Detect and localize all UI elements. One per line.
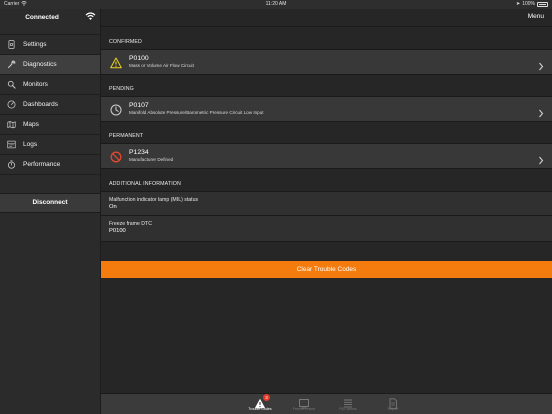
menu-button[interactable]: Menu: [528, 13, 544, 20]
section-title-permanent: PERMANENT: [109, 133, 144, 139]
tab-badge: 3: [263, 394, 270, 401]
logs-icon: [7, 140, 16, 149]
dtc-description: Manufacturer Defined: [129, 157, 174, 162]
trouble-code-row-confirmed[interactable]: P0100 Mass or Volume Air Flow Circuit: [101, 49, 552, 75]
sidebar-item-label: Performance: [23, 161, 61, 168]
warning-icon: 3: [254, 394, 270, 409]
sidebar-item-performance[interactable]: Performance: [0, 155, 100, 175]
sidebar-item-label: Settings: [23, 41, 47, 48]
dtc-code: P0107: [129, 102, 149, 109]
section-title-confirmed: CONFIRMED: [109, 39, 142, 45]
dtc-description: Manifold Absolute Pressure/Barometric Pr…: [129, 110, 264, 115]
navigation-bar: Menu: [101, 9, 552, 27]
battery-icon: [537, 2, 548, 7]
sidebar-item-label: Maps: [23, 121, 39, 128]
sidebar-item-maps[interactable]: Maps: [0, 115, 100, 135]
prohibited-icon: [110, 150, 122, 163]
battery-percent: 100%: [522, 1, 535, 7]
tab-bar: 3 Trouble Codes Freeze Frame PID Values …: [101, 393, 552, 414]
sidebar-item-label: Dashboards: [23, 101, 59, 108]
dtc-code: P0100: [129, 55, 149, 62]
sidebar-item-label: Logs: [23, 141, 38, 148]
clock-icon: [110, 103, 122, 116]
chevron-right-icon: [538, 105, 544, 118]
connection-header: Connected: [0, 9, 100, 34]
map-icon: [7, 120, 16, 129]
tab-report[interactable]: Report: [373, 396, 413, 412]
wrench-icon: [7, 60, 16, 69]
sidebar-item-label: Diagnostics: [23, 61, 57, 68]
status-right: ➤ 100%: [516, 0, 548, 9]
tab-freeze-frame[interactable]: Freeze Frame: [284, 396, 324, 412]
sidebar-item-monitors[interactable]: Monitors: [0, 75, 100, 95]
sidebar-menu: Settings Diagnostics Monitors Dashboards: [0, 34, 100, 175]
chevron-right-icon: [538, 152, 544, 165]
freeze-frame-row: Freeze frame DTC P0100: [101, 216, 552, 242]
disconnect-button[interactable]: Disconnect: [0, 193, 100, 213]
sidebar: Connected Settings Diagnostics Monitors …: [0, 9, 101, 414]
dtc-description: Mass or Volume Air Flow Circuit: [129, 63, 194, 68]
tab-pid-values[interactable]: PID Values: [328, 396, 368, 412]
mil-status-value: On: [109, 204, 117, 210]
gauge-icon: [7, 100, 16, 109]
freeze-frame-icon: [298, 396, 310, 409]
trouble-code-row-permanent[interactable]: P1234 Manufacturer Defined: [101, 143, 552, 169]
sidebar-item-diagnostics[interactable]: Diagnostics: [0, 55, 100, 75]
freeze-frame-value: P0100: [109, 228, 126, 234]
freeze-frame-title: Freeze frame DTC: [109, 221, 152, 227]
app-window: Carrier 11:20 AM ➤ 100% Connected Settin…: [0, 0, 552, 414]
chevron-right-icon: [538, 58, 544, 71]
section-title-pending: PENDING: [109, 86, 134, 92]
list-icon: [342, 396, 354, 408]
dtc-code: P1234: [129, 149, 149, 156]
warning-icon: [110, 56, 122, 69]
wifi-icon: [85, 11, 96, 20]
status-bar: Carrier 11:20 AM ➤ 100%: [0, 0, 552, 9]
clock: 11:20 AM: [265, 1, 287, 7]
sidebar-item-settings[interactable]: Settings: [0, 35, 100, 55]
mil-status-title: Malfunction indicator lamp (MIL) status: [109, 197, 199, 203]
sidebar-item-label: Monitors: [23, 81, 48, 88]
main-content: Menu CONFIRMED P0100 Mass or Volume Air …: [101, 9, 552, 393]
report-icon: [387, 396, 399, 409]
clear-trouble-codes-button[interactable]: Clear Trouble Codes: [101, 261, 552, 278]
magnifier-icon: [7, 80, 16, 89]
tab-trouble-codes[interactable]: 3 Trouble Codes: [240, 394, 280, 412]
mil-status-row: Malfunction indicator lamp (MIL) status …: [101, 191, 552, 216]
sidebar-item-logs[interactable]: Logs: [0, 135, 100, 155]
stopwatch-icon: [7, 160, 16, 169]
section-title-additional: ADDITIONAL INFORMATION: [109, 181, 181, 187]
sidebar-item-dashboards[interactable]: Dashboards: [0, 95, 100, 115]
connection-status: Connected: [25, 14, 59, 21]
location-icon: ➤: [516, 1, 521, 7]
trouble-code-row-pending[interactable]: P0107 Manifold Absolute Pressure/Baromet…: [101, 96, 552, 122]
settings-icon: [7, 40, 16, 49]
